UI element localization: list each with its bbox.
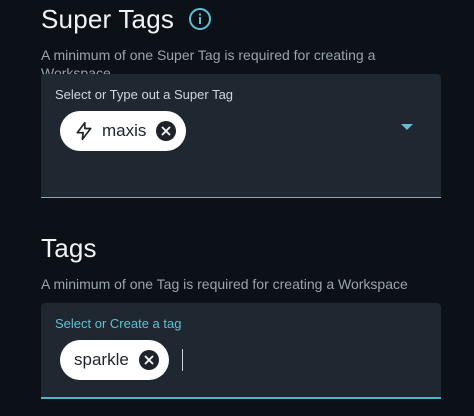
super-tags-heading-row: Super Tags [41,0,441,38]
tag-chip-label: sparkle [74,350,129,369]
super-tag-chip-label: maxis [102,121,147,140]
chevron-down-icon[interactable] [401,124,413,130]
tags-helper-text: A minimum of one Tag is required for cre… [41,276,408,292]
tag-chip[interactable]: sparkle [60,340,169,380]
text-caret [182,349,183,371]
tag-input[interactable]: Select or Create a tag sparkle [41,303,441,399]
info-icon[interactable] [188,7,212,31]
tags-heading-row: Tags [41,229,441,267]
super-tag-chip[interactable]: maxis [60,111,187,151]
super-tags-helper-text: A minimum of one Super Tag is required f… [41,47,376,81]
bolt-icon [74,121,94,141]
tags-heading: Tags [41,232,97,263]
tags-section: Tags A minimum of one Tag is required fo… [41,229,441,399]
super-tag-select[interactable]: Select or Type out a Super Tag maxis [41,74,441,198]
remove-chip-icon[interactable] [156,121,177,141]
remove-chip-icon[interactable] [138,350,159,370]
super-tags-section: Super Tags A minimum of one Super Tag is… [41,0,441,198]
super-tag-select-label: Select or Type out a Super Tag [55,87,234,102]
workspace-tags-panel: Super Tags A minimum of one Super Tag is… [0,0,474,416]
super-tags-heading: Super Tags [41,3,175,34]
tag-input-label: Select or Create a tag [55,316,182,331]
